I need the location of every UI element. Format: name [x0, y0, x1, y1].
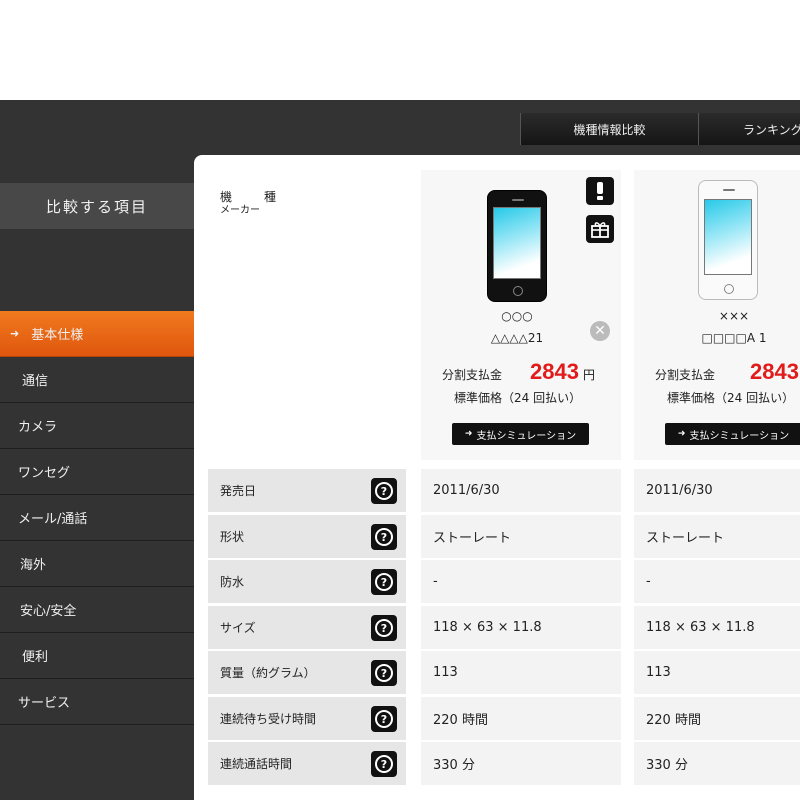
spec-label: 質量（約グラム） ?	[208, 651, 406, 694]
sidebar-item-label: ワンセグ	[18, 466, 71, 481]
sidebar: ➜ 基本仕様 通信 カメラ ワンセグ メール/通話 海外 安心/安全 便利 サー…	[0, 311, 194, 725]
phone-home-button	[724, 284, 734, 294]
installment-unit: 円	[582, 368, 595, 382]
phone-screen	[493, 207, 541, 279]
sidebar-item-oneseg[interactable]: ワンセグ	[0, 449, 194, 495]
tab-ranking[interactable]: ランキング	[698, 113, 800, 145]
question-icon: ?	[375, 710, 393, 728]
phone-2-payment-simulation-button[interactable]: ➜ 支払シミュレーション	[665, 423, 800, 445]
gift-icon[interactable]	[586, 215, 614, 243]
model-maker-header: 機 種 メーカー	[220, 190, 286, 218]
spec-label-text: 発売日	[220, 484, 257, 498]
sidebar-item-label: 通信	[22, 374, 49, 389]
spec-value-2: 330 分	[634, 742, 800, 785]
spec-label-text: 質量（約グラム）	[220, 666, 316, 680]
sim-button-label: 支払シミュレーション	[476, 430, 577, 442]
question-icon: ?	[375, 755, 393, 773]
spec-value-2: ストーレート	[634, 515, 800, 558]
spec-label-text: 連続通話時間	[220, 757, 293, 771]
spec-value-1: 220 時間	[421, 697, 621, 740]
phone-screen	[704, 199, 752, 275]
phone-1-model: △△△△21	[490, 331, 544, 345]
exclamation-icon[interactable]	[586, 177, 614, 205]
spec-value-1: 2011/6/30	[421, 469, 621, 512]
phone-home-button	[513, 286, 523, 296]
spec-value-2: 118 × 63 × 11.8	[634, 606, 800, 649]
phone-2-maker: ×××	[718, 309, 750, 323]
installment-value: 2843	[530, 359, 579, 384]
remove-phone-1-close-icon[interactable]: ✕	[590, 321, 610, 341]
top-tabs: 機種情報比較 ランキング	[520, 113, 800, 145]
sidebar-item-service[interactable]: サービス	[0, 679, 194, 725]
question-icon: ?	[375, 664, 393, 682]
help-icon[interactable]: ?	[371, 751, 397, 777]
spec-label: 形状 ?	[208, 515, 406, 558]
help-icon[interactable]: ?	[371, 615, 397, 641]
sidebar-item-label: 基本仕様	[31, 328, 84, 343]
spec-value-2: -	[634, 560, 800, 603]
help-icon[interactable]: ?	[371, 569, 397, 595]
arrow-right-icon: ➜	[677, 429, 686, 439]
tab-model-compare[interactable]: 機種情報比較	[520, 113, 698, 145]
sidebar-item-overseas[interactable]: 海外	[0, 541, 194, 587]
help-icon[interactable]: ?	[371, 478, 397, 504]
phone-2-model: □□□□A 1	[701, 331, 767, 345]
sidebar-item-label: サービス	[18, 696, 71, 711]
help-icon[interactable]: ?	[371, 524, 397, 550]
phone-image-white	[698, 180, 758, 300]
sidebar-item-label: 海外	[20, 558, 47, 573]
arrow-right-icon: ➜	[10, 327, 20, 340]
model-label: 機 種	[220, 190, 287, 204]
spec-label-text: 連続待ち受け時間	[220, 712, 317, 726]
sidebar-item-safety[interactable]: 安心/安全	[0, 587, 194, 633]
question-icon: ?	[375, 482, 393, 500]
spec-value-1: 113	[421, 651, 621, 694]
installment-label: 分割支払金	[442, 368, 503, 382]
question-icon: ?	[375, 619, 393, 637]
help-icon[interactable]: ?	[371, 660, 397, 686]
sidebar-item-label: メール/通話	[18, 512, 88, 527]
spec-label: 発売日 ?	[208, 469, 406, 512]
phone-speaker	[512, 199, 524, 201]
phone-1-maker: ○○○	[501, 309, 533, 323]
installment-label: 分割支払金	[655, 368, 716, 382]
question-icon: ?	[375, 528, 393, 546]
spec-label: 連続待ち受け時間 ?	[208, 697, 406, 740]
sidebar-item-convenience[interactable]: 便利	[0, 633, 194, 679]
sidebar-item-mail-call[interactable]: メール/通話	[0, 495, 194, 541]
spec-label: 連続通話時間 ?	[208, 742, 406, 785]
spec-value-1: -	[421, 560, 621, 603]
sidebar-item-basic-spec[interactable]: ➜ 基本仕様	[0, 311, 194, 357]
spec-label: 防水 ?	[208, 560, 406, 603]
spec-value-2: 113	[634, 651, 800, 694]
phone-1-installment: 分割支払金 2843 円	[442, 359, 595, 385]
installment-value: 2843	[750, 359, 799, 384]
arrow-right-icon: ➜	[464, 429, 473, 439]
spec-label-text: 形状	[220, 530, 245, 544]
sidebar-item-camera[interactable]: カメラ	[0, 403, 194, 449]
spec-value-2: 220 時間	[634, 697, 800, 740]
spec-label-text: サイズ	[220, 621, 256, 635]
spec-label: サイズ ?	[208, 606, 406, 649]
question-icon: ?	[375, 573, 393, 591]
sim-button-label: 支払シミュレーション	[689, 430, 790, 442]
phone-2-installment: 分割支払金 2843	[655, 359, 800, 385]
sidebar-item-label: カメラ	[18, 420, 58, 435]
phone-1-payment-simulation-button[interactable]: ➜ 支払シミュレーション	[452, 423, 589, 445]
sidebar-item-label: 安心/安全	[20, 604, 77, 619]
phone-speaker	[723, 189, 735, 191]
help-icon[interactable]: ?	[371, 706, 397, 732]
sidebar-item-communication[interactable]: 通信	[0, 357, 194, 403]
spec-value-1: 118 × 63 × 11.8	[421, 606, 621, 649]
phone-image-black	[487, 190, 547, 302]
maker-label: メーカー	[220, 205, 260, 216]
sidebar-item-label: 便利	[22, 650, 49, 665]
phone-1-standard-price: 標準価格（24 回払い）	[454, 391, 582, 405]
spec-value-2: 2011/6/30	[634, 469, 800, 512]
compare-items-title: 比較する項目	[0, 183, 194, 229]
spec-label-text: 防水	[220, 575, 245, 589]
spec-value-1: 330 分	[421, 742, 621, 785]
phone-2-standard-price: 標準価格（24 回払い）	[667, 391, 795, 405]
spec-value-1: ストーレート	[421, 515, 621, 558]
